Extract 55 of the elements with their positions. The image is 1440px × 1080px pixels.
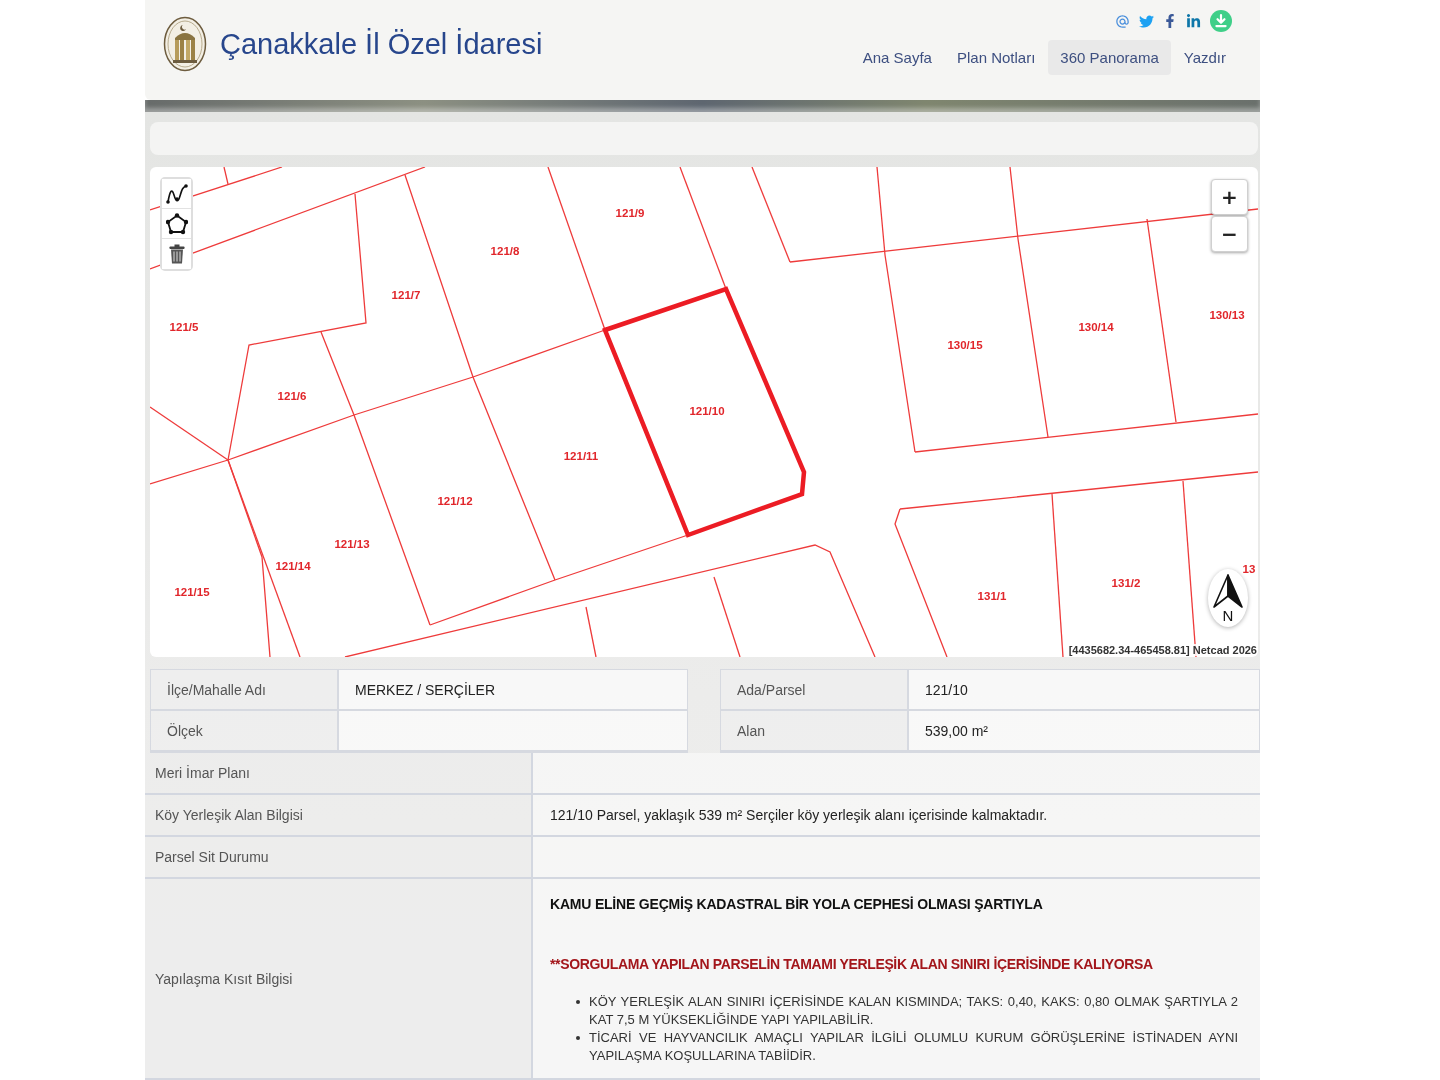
parcel-label: 121/14: [275, 560, 311, 572]
rule-text: TİCARİ VE HAYVANCILIK AMAÇLI YAPILAR İLGİLİ OLUMLU KURUM GÖRÜŞLERİNE İSTİNADEN AYNI YAPILAŞMA KOŞULLARINA TABİİDİR.: [589, 1029, 1238, 1065]
rule-warning: **SORGULAMA YAPILAN PARSELİN TAMAMI YERLEŞİK ALAN SINIRI İÇERİSİNDE KALIYORSA: [550, 956, 1154, 972]
table-label-cell: Ada/Parsel: [721, 670, 909, 711]
draw-line-button[interactable]: [162, 179, 191, 209]
north-label: N: [1222, 607, 1234, 623]
rule-text: KÖY YERLEŞİK ALAN SINIRI İÇERİSİNDE KALAN KISMINDA; TAKS: 0,40, KAKS: 0,80 OLMAK ŞARTIYLA 2 KAT 7,5 M YÜKSEKLİĞİNDE YAPI YAPILABİLİR.: [589, 993, 1238, 1029]
table-label-cell: Ölçek: [151, 711, 339, 752]
nav-link[interactable]: 360 Panorama: [1048, 40, 1171, 75]
bullet-icon: [576, 1000, 580, 1004]
parcel-label: 13: [1242, 563, 1256, 575]
parcel-label: 121/9: [615, 207, 645, 219]
parcel-label: 121/5: [169, 321, 199, 333]
parcel-label: 121/10: [689, 405, 725, 417]
table-value-cell: MERKEZ / SERÇİLER: [339, 670, 687, 711]
map-canvas[interactable]: 121/5 121/6 121/7 121/8 121/9 121/10 121/11 121/12 121/13 121/14 121/15 130/15 130/14 130/13 131/1 131/2 13 + − N [4435682.34-465458.81] Netcad 2026: [150, 167, 1258, 657]
nav-link[interactable]: Plan Notları: [944, 40, 1048, 75]
polyline-icon: [165, 183, 188, 204]
parcel-label: 121/12: [437, 495, 473, 507]
parcel-label: 131/2: [1111, 577, 1141, 589]
at-sign-icon[interactable]: [1115, 13, 1130, 29]
parcel-label: 121/11: [563, 450, 599, 462]
table-value-cell: 539,00 m²: [909, 711, 1259, 752]
parcel-label: 121/13: [334, 538, 370, 550]
parcel-label: 131/1: [977, 590, 1007, 602]
table-label-cell: İlçe/Mahalle Adı: [151, 670, 339, 711]
nav-link[interactable]: Ana Sayfa: [850, 40, 944, 75]
twitter-icon[interactable]: [1139, 13, 1154, 29]
trash-icon: [168, 244, 185, 264]
table-label-cell: Parsel Sit Durumu: [145, 837, 533, 879]
nav-link[interactable]: Yazdır: [1171, 40, 1238, 75]
coordinates-label: [4435682.34-465458.81] Netcad 2026: [1067, 644, 1258, 656]
parcel-label: 130/15: [947, 339, 983, 351]
table-label-cell: Yapılaşma Kısıt Bilgisi: [145, 879, 533, 1080]
parcel-label: 130/14: [1078, 321, 1114, 333]
zoom-in-button[interactable]: +: [1211, 179, 1248, 215]
linkedin-icon[interactable]: [1186, 13, 1201, 29]
table-label-cell: Meri İmar Planı: [145, 753, 533, 795]
parcel-label: 121/7: [391, 289, 421, 301]
parcel-label: 130/13: [1209, 309, 1245, 321]
parcel-label: 121/8: [490, 245, 520, 257]
site-title: Çanakkale İl Özel İdaresi: [220, 27, 543, 61]
emblem-icon: [163, 16, 207, 72]
facebook-icon[interactable]: [1163, 14, 1177, 28]
table-label-cell: Köy Yerleşik Alan Bilgisi: [145, 795, 533, 837]
value-text: 121/10 Parsel, yaklaşık 539 m² Serçiler köy yerleşik alanı içerisinde kalmaktadır.: [550, 807, 1049, 823]
polygon-icon: [165, 212, 188, 235]
rule-heading: KAMU ELİNE GEÇMİŞ KADASTRAL BİR YOLA CEPHESİ OLMASI ŞARTIYLA: [550, 896, 1044, 912]
north-arrow-icon: [1212, 573, 1244, 608]
parcel-label: 121/15: [174, 586, 210, 598]
parcel-label: 121/6: [277, 390, 307, 402]
table-value-cell: 121/10: [909, 670, 1259, 711]
table-label-cell: Alan: [721, 711, 909, 752]
bullet-icon: [576, 1036, 580, 1040]
zoom-out-button[interactable]: −: [1211, 216, 1248, 252]
